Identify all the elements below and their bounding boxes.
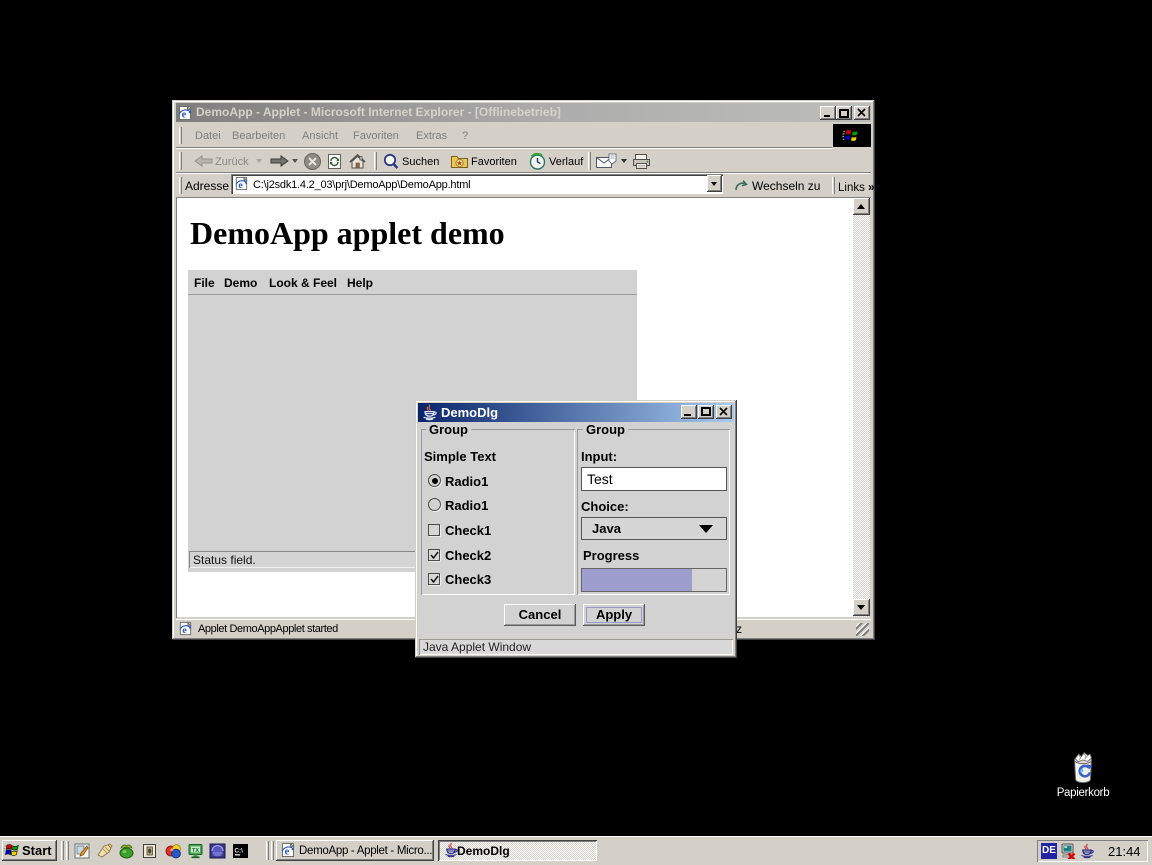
svg-text:TX: TX — [192, 848, 199, 854]
svg-text:C:\: C:\ — [234, 848, 243, 855]
